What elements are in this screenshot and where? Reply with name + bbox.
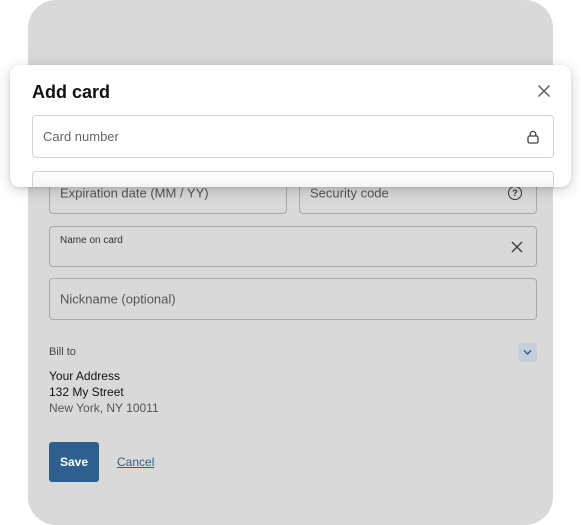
- dialog-title: Add card: [32, 82, 111, 102]
- cancel-link[interactable]: Cancel: [117, 455, 154, 469]
- bill-to-toggle[interactable]: [518, 343, 537, 362]
- clear-icon[interactable]: [510, 240, 524, 254]
- card-number-field[interactable]: [32, 115, 554, 158]
- address-line-2: 132 My Street: [49, 385, 124, 399]
- dialog-fade-edge: [32, 171, 554, 187]
- lock-icon: [527, 130, 539, 144]
- help-icon[interactable]: ?: [508, 185, 522, 200]
- security-code-label: Security code: [310, 185, 389, 200]
- close-icon[interactable]: [537, 84, 551, 98]
- address-line-3: New York, NY 10011: [49, 401, 159, 415]
- bill-to-label: Bill to: [49, 346, 76, 358]
- card-number-input[interactable]: [33, 116, 553, 157]
- chevron-down-icon: [523, 349, 532, 356]
- address-line-1: Your Address: [49, 369, 120, 383]
- save-button[interactable]: Save: [49, 442, 99, 482]
- add-card-dialog: Add card: [10, 65, 571, 187]
- nickname-field[interactable]: Nickname (optional): [49, 278, 537, 320]
- name-on-card-field[interactable]: Name on card: [49, 226, 537, 267]
- name-on-card-label: Name on card: [60, 235, 123, 246]
- nickname-label: Nickname (optional): [60, 291, 176, 307]
- expiration-date-label: Expiration date (MM / YY): [60, 185, 209, 200]
